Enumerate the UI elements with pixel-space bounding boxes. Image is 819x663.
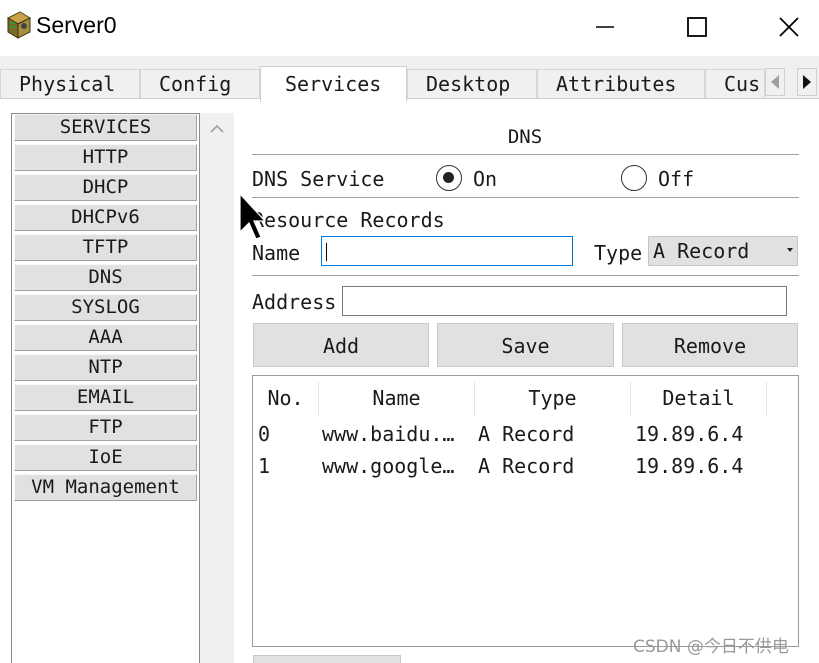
records-table: No. Name Type Detail 0 www.baidu.… A Rec… [252, 375, 799, 647]
name-label: Name [252, 241, 301, 265]
server-icon [6, 11, 32, 39]
radio-selected-dot [443, 172, 454, 183]
chevron-right-icon [803, 75, 811, 89]
cell-detail: 19.89.6.4 [635, 422, 744, 446]
tab-services[interactable]: Services [260, 66, 407, 102]
close-button[interactable] [764, 8, 814, 46]
dns-off-label: Off [658, 167, 695, 191]
cell-no: 0 [258, 422, 271, 446]
name-input[interactable] [321, 236, 573, 266]
minimize-icon [596, 26, 614, 28]
cell-name: www.baidu.… [322, 422, 455, 446]
add-button[interactable]: Add [253, 323, 429, 367]
tab-physical[interactable]: Physical [0, 69, 140, 100]
service-vm-management[interactable]: VM Management [14, 474, 197, 501]
partial-button[interactable] [253, 655, 401, 663]
tab-attributes[interactable]: Attributes [537, 69, 705, 100]
maximize-button[interactable] [672, 8, 722, 46]
resource-records-heading: Resource Records [252, 208, 445, 232]
dns-service-label: DNS Service [252, 167, 385, 191]
column-header-no[interactable]: No. [253, 382, 319, 416]
chevron-up-icon [210, 124, 224, 133]
type-select[interactable]: A Record [648, 236, 798, 266]
service-dhcpv6[interactable]: DHCPv6 [14, 204, 197, 231]
chevron-left-icon [771, 75, 779, 89]
service-ftp[interactable]: FTP [14, 414, 197, 441]
address-input[interactable] [342, 286, 787, 316]
tab-custom[interactable]: Cus [705, 69, 765, 100]
remove-button[interactable]: Remove [622, 323, 798, 367]
type-select-value: A Record [653, 239, 750, 263]
services-scrollbar[interactable] [200, 113, 234, 663]
service-aaa[interactable]: AAA [14, 324, 197, 351]
title-bar: Server0 [0, 0, 819, 56]
tab-scroll-left-button[interactable] [765, 68, 785, 96]
column-header-detail[interactable]: Detail [631, 382, 767, 416]
scroll-up-button[interactable] [208, 120, 226, 138]
divider [252, 154, 799, 155]
service-dhcp[interactable]: DHCP [14, 174, 197, 201]
column-header-type[interactable]: Type [475, 382, 631, 416]
divider [252, 275, 799, 276]
close-icon [779, 17, 799, 37]
text-caret [326, 243, 327, 261]
save-button[interactable]: Save [437, 323, 614, 367]
service-http[interactable]: HTTP [14, 144, 197, 171]
type-label: Type [594, 241, 643, 265]
service-dns[interactable]: DNS [14, 264, 197, 291]
service-ntp[interactable]: NTP [14, 354, 197, 381]
service-email[interactable]: EMAIL [14, 384, 197, 411]
watermark: CSDN @今日不供电 [633, 637, 789, 657]
maximize-icon [687, 17, 707, 37]
dns-on-label: On [473, 167, 498, 191]
chevron-down-icon [787, 248, 793, 252]
tab-config[interactable]: Config [140, 69, 260, 100]
dns-on-radio[interactable] [436, 165, 462, 191]
address-label: Address [252, 290, 337, 314]
dns-off-radio[interactable] [621, 165, 647, 191]
cell-name: www.google… [322, 454, 455, 478]
service-ioe[interactable]: IoE [14, 444, 197, 471]
cell-type: A Record [478, 422, 575, 446]
mouse-cursor-icon [239, 192, 266, 240]
minimize-button[interactable] [580, 8, 630, 46]
service-tftp[interactable]: TFTP [14, 234, 197, 261]
dns-title: DNS [507, 126, 543, 148]
column-header-name[interactable]: Name [319, 382, 475, 416]
service-services-header[interactable]: SERVICES [14, 114, 197, 141]
tab-desktop[interactable]: Desktop [407, 69, 537, 100]
cell-no: 1 [258, 454, 271, 478]
cell-type: A Record [478, 454, 575, 478]
divider [252, 197, 799, 198]
tab-scroll-right-button[interactable] [797, 68, 817, 96]
cell-detail: 19.89.6.4 [635, 454, 744, 478]
service-syslog[interactable]: SYSLOG [14, 294, 197, 321]
window-title: Server0 [36, 12, 117, 38]
